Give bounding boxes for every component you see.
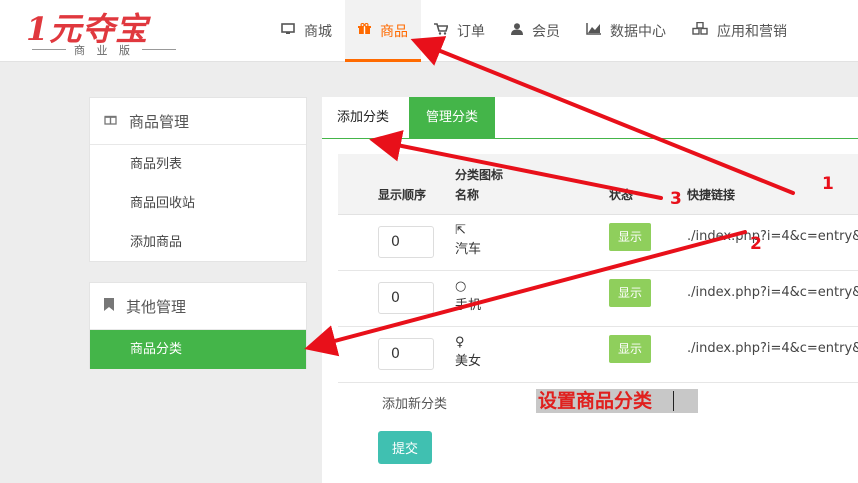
category-name: 手机 (455, 298, 482, 313)
header-name: 名称 (455, 188, 480, 202)
header-order: 显示顺序 (378, 188, 427, 202)
chart-icon (586, 22, 601, 39)
nav-item-apps-marketing[interactable]: 应用和营销 (679, 0, 800, 61)
user-icon (511, 22, 523, 39)
nav-label: 会员 (532, 23, 560, 40)
nav-label: 商品 (380, 23, 408, 40)
tab-manage-category[interactable]: 管理分类 (409, 97, 495, 138)
nav-item-orders[interactable]: 订单 (421, 0, 498, 61)
main-content: 添加分类 管理分类 显示顺序 分类图标 名称 状态 快捷链接 ⇱ 汽车 显示 .… (322, 97, 858, 483)
main-nav: 商城 商品 订单 会员 数据中心 应用和营销 (268, 0, 800, 62)
nav-label: 订单 (457, 23, 485, 40)
status-badge[interactable]: 显示 (609, 335, 651, 363)
cart-icon (434, 22, 449, 39)
monitor-icon (281, 22, 295, 39)
sidebar-goods-panel: 商品管理 商品列表 商品回收站 添加商品 (89, 97, 307, 262)
sidebar-other-title: 其他管理 (90, 283, 306, 330)
cubes-icon (692, 21, 708, 39)
nav-item-goods[interactable]: 商品 (345, 0, 421, 62)
external-link-icon: ⇱ (455, 223, 466, 238)
panel-title-text: 商品管理 (129, 112, 190, 131)
tab-add-category[interactable]: 添加分类 (322, 97, 405, 138)
gift-icon (358, 22, 371, 39)
quick-link[interactable]: ./index.php?i=4&c=entry& (687, 285, 858, 300)
logo[interactable]: 1元夺宝 商 业 版 (26, 4, 186, 58)
sidebar-other-panel: 其他管理 商品分类 (89, 282, 307, 369)
nav-item-members[interactable]: 会员 (498, 0, 573, 61)
header-icon: 分类图标 (455, 168, 504, 182)
nav-label: 应用和营销 (717, 23, 787, 40)
table-row: ♀ 美女 显示 ./index.php?i=4&c=entry& (338, 327, 858, 383)
text-cursor (673, 391, 674, 411)
status-badge[interactable]: 显示 (609, 279, 651, 307)
logo-subtitle: 商 业 版 (32, 42, 176, 58)
order-input[interactable] (378, 282, 434, 314)
sidebar-item-add-goods[interactable]: 添加商品 (90, 223, 306, 262)
top-bar: 1元夺宝 商 业 版 商城 商品 订单 会员 数据中心 应用和营销 (0, 0, 858, 62)
nav-label: 商城 (304, 23, 332, 40)
sidebar-goods-title: 商品管理 (90, 98, 306, 145)
table-row: ○ 手机 显示 ./index.php?i=4&c=entry& (338, 271, 858, 327)
table-row: ⇱ 汽车 显示 ./index.php?i=4&c=entry& (338, 215, 858, 271)
add-new-category-link[interactable]: 添加新分类 (382, 393, 447, 412)
tab-bar: 添加分类 管理分类 (322, 97, 858, 139)
sidebar-item-goods-category[interactable]: 商品分类 (90, 330, 306, 369)
nav-item-mall[interactable]: 商城 (268, 0, 345, 61)
table-header: 显示顺序 分类图标 名称 状态 快捷链接 (338, 154, 858, 215)
bookmark-icon (104, 297, 114, 315)
nav-item-data-center[interactable]: 数据中心 (573, 0, 679, 61)
category-table: 显示顺序 分类图标 名称 状态 快捷链接 ⇱ 汽车 显示 ./index.php… (338, 154, 858, 383)
order-input[interactable] (378, 226, 434, 258)
circle-icon: ○ (455, 279, 467, 294)
sidebar-item-goods-list[interactable]: 商品列表 (90, 145, 306, 184)
sidebar-item-recycle-bin[interactable]: 商品回收站 (90, 184, 306, 223)
nav-label: 数据中心 (610, 23, 666, 40)
gift-icon (104, 113, 117, 129)
quick-link[interactable]: ./index.php?i=4&c=entry& (687, 341, 858, 356)
submit-button[interactable]: 提交 (378, 431, 432, 464)
category-name: 汽车 (455, 242, 482, 257)
quick-link[interactable]: ./index.php?i=4&c=entry& (687, 229, 858, 244)
header-link: 快捷链接 (687, 188, 736, 202)
header-status: 状态 (609, 188, 634, 202)
female-icon: ♀ (455, 335, 465, 350)
category-name: 美女 (455, 354, 482, 369)
order-input[interactable] (378, 338, 434, 370)
status-badge[interactable]: 显示 (609, 223, 651, 251)
panel-title-text: 其他管理 (126, 297, 187, 316)
